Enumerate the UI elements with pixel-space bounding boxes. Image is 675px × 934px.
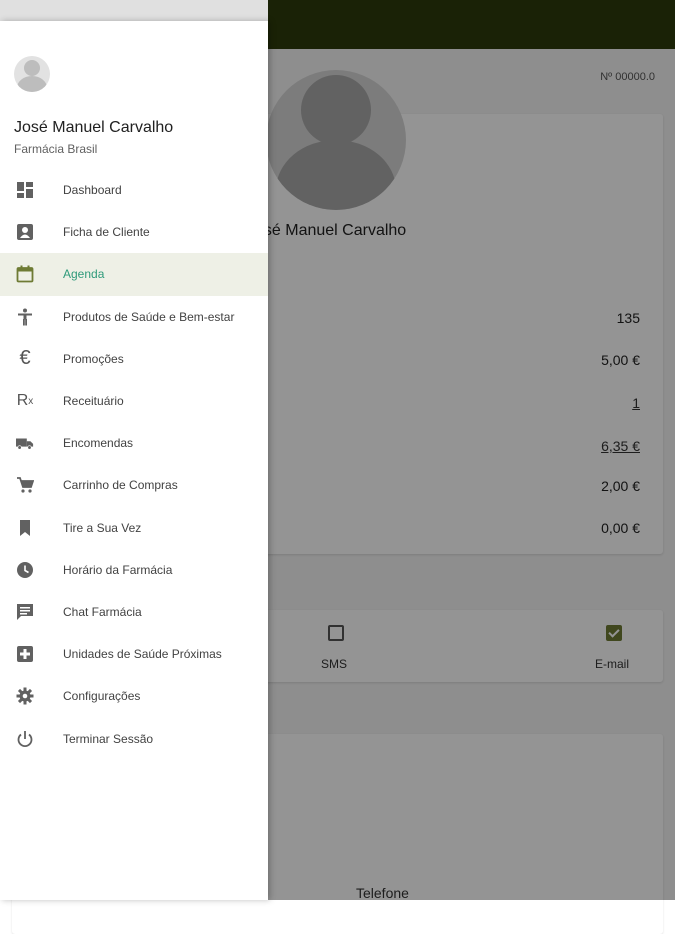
power-icon [16,730,34,748]
menu-item-label: Terminar Sessão [63,731,154,746]
menu-item-horario[interactable]: Horário da Farmácia [0,549,268,591]
menu-item-label: Unidades de Saúde Próximas [63,647,222,662]
drawer-status-bar [0,0,268,21]
truck-icon [16,434,34,452]
avatar[interactable] [14,56,50,92]
menu-item-chat[interactable]: Chat Farmácia [0,591,268,633]
clock-icon [16,561,34,579]
menu-item-ficha-cliente[interactable]: Ficha de Cliente [0,211,268,253]
menu-item-produtos[interactable]: Produtos de Saúde e Bem-estar [0,296,268,338]
menu-item-label: Receituário [63,394,124,409]
menu-item-receituario[interactable]: Rx Receituário [0,380,268,422]
menu-item-label: Dashboard [63,183,122,198]
calendar-icon [16,265,34,283]
menu-item-carrinho[interactable]: Carrinho de Compras [0,464,268,506]
menu-item-label: Carrinho de Compras [63,478,178,493]
cart-icon [16,476,34,494]
menu-item-terminar-sessao[interactable]: Terminar Sessão [0,717,268,759]
hospital-icon [16,645,34,663]
dashboard-icon [16,181,34,199]
menu-item-label: Promoções [63,351,124,366]
chat-icon [16,603,34,621]
menu-item-dashboard[interactable]: Dashboard [0,169,268,211]
menu-item-label: Horário da Farmácia [63,562,173,577]
menu-item-agenda[interactable]: Agenda [0,253,268,296]
menu-item-label: Chat Farmácia [63,604,142,619]
drawer-pharmacy-name: Farmácia Brasil [14,142,98,156]
drawer-menu: Dashboard Ficha de Cliente Agenda Produt… [0,169,268,760]
bookmark-icon [16,519,34,537]
accessibility-icon [16,308,34,326]
prescription-icon: Rx [16,392,34,410]
menu-item-label: Tire a Sua Vez [63,520,142,535]
menu-item-configuracoes[interactable]: Configurações [0,675,268,717]
navigation-drawer: José Manuel Carvalho Farmácia Brasil Das… [0,21,268,900]
menu-item-label: Configurações [63,689,141,704]
menu-item-tire-vez[interactable]: Tire a Sua Vez [0,507,268,549]
gear-icon [16,687,34,705]
menu-item-label: Encomendas [63,436,134,451]
menu-item-label: Produtos de Saúde e Bem-estar [63,309,235,324]
euro-icon: € [19,347,31,370]
drawer-user-name: José Manuel Carvalho [14,119,174,136]
menu-item-label: Ficha de Cliente [63,225,150,240]
menu-item-label: Agenda [63,267,105,282]
menu-item-unidades-saude[interactable]: Unidades de Saúde Próximas [0,633,268,675]
contact-card-icon [16,223,34,241]
menu-item-promocoes[interactable]: € Promoções [0,338,268,380]
menu-item-encomendas[interactable]: Encomendas [0,422,268,464]
